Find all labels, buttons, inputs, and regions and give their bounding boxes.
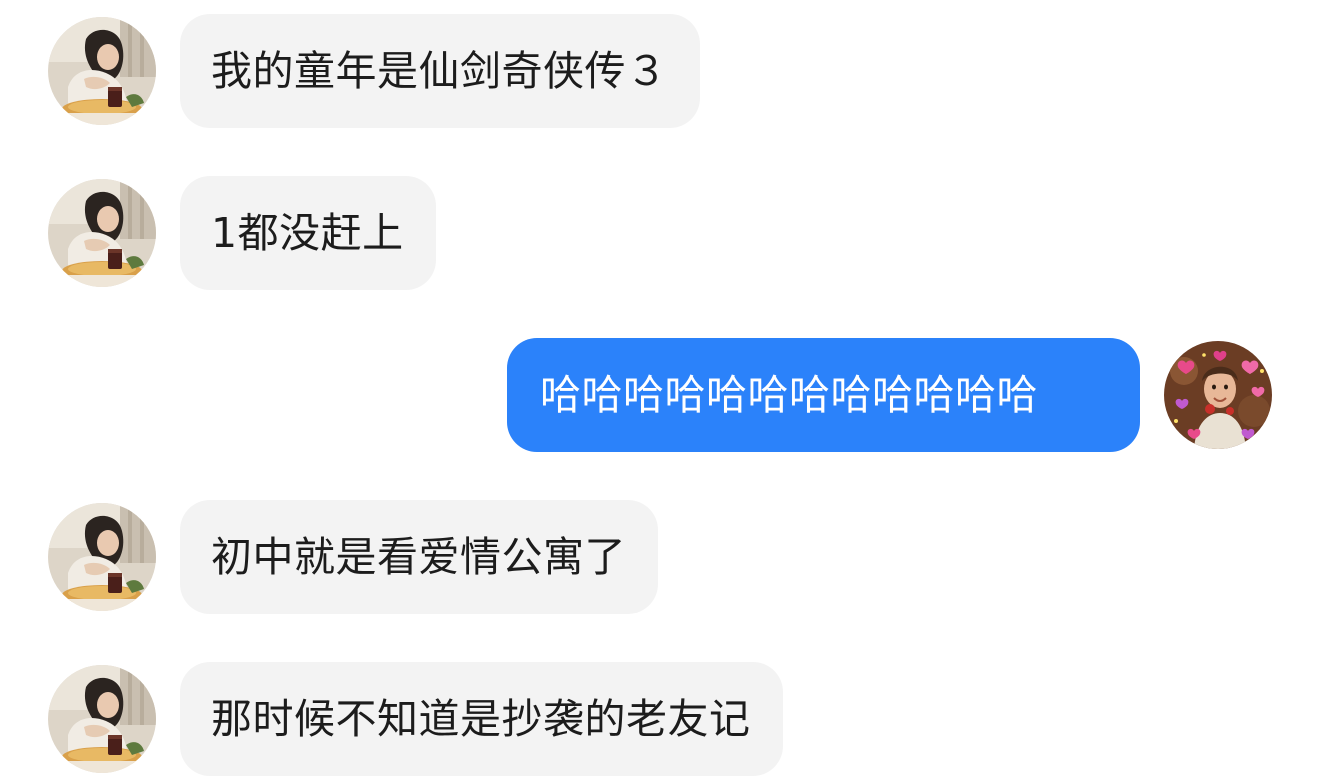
avatar[interactable] — [48, 179, 156, 287]
message-text: 那时候不知道是抄袭的老友记 — [211, 694, 751, 743]
message-row: 那时候不知道是抄袭的老友记 — [0, 662, 1320, 776]
child-hearts-avatar-icon — [1164, 341, 1272, 449]
avatar[interactable] — [48, 665, 156, 773]
outgoing-message-bubble[interactable]: 哈哈哈哈哈哈哈哈哈哈哈哈 — [507, 338, 1140, 452]
avatar[interactable] — [48, 503, 156, 611]
message-row: 我的童年是仙剑奇侠传３ — [0, 14, 1320, 128]
woman-photo-avatar-icon — [48, 179, 156, 287]
message-text: 1都没赶上 — [211, 208, 404, 257]
incoming-message-bubble[interactable]: 那时候不知道是抄袭的老友记 — [180, 662, 783, 776]
incoming-message-bubble[interactable]: 1都没赶上 — [180, 176, 436, 290]
message-text: 哈哈哈哈哈哈哈哈哈哈哈哈 — [540, 370, 1038, 419]
woman-photo-avatar-icon — [48, 17, 156, 125]
message-text: 我的童年是仙剑奇侠传３ — [211, 46, 668, 95]
message-text: 初中就是看爱情公寓了 — [211, 532, 626, 581]
avatar[interactable] — [1164, 341, 1272, 449]
incoming-message-bubble[interactable]: 我的童年是仙剑奇侠传３ — [180, 14, 700, 128]
avatar[interactable] — [48, 17, 156, 125]
message-row: 1都没赶上 — [0, 176, 1320, 290]
woman-photo-avatar-icon — [48, 665, 156, 773]
message-row: 初中就是看爱情公寓了 — [0, 500, 1320, 614]
message-row: 哈哈哈哈哈哈哈哈哈哈哈哈 — [0, 338, 1320, 452]
incoming-message-bubble[interactable]: 初中就是看爱情公寓了 — [180, 500, 658, 614]
woman-photo-avatar-icon — [48, 503, 156, 611]
